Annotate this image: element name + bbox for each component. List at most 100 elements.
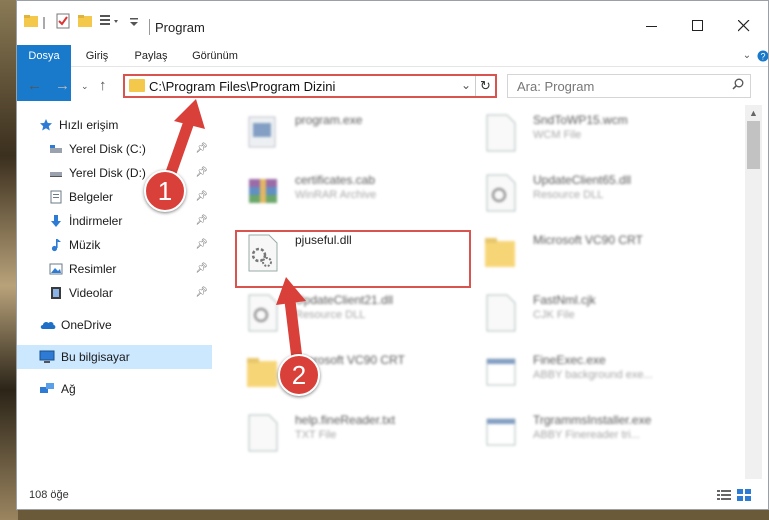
file-type: CJK File (533, 309, 575, 321)
sidebar-item-onedrive[interactable]: OneDrive (17, 313, 212, 337)
file-item[interactable]: program.exe (237, 105, 467, 161)
back-arrow-icon[interactable]: ← (27, 77, 42, 94)
generic-file-icon (483, 293, 519, 333)
refresh-icon[interactable]: ↻ (475, 76, 495, 96)
file-type: ABBY Finereader tri... (533, 429, 640, 441)
sidebar-item-label: Resimler (69, 262, 117, 276)
file-item[interactable]: Microsoft VC90 CRT (475, 225, 705, 281)
expand-ribbon-icon[interactable]: ⌄ (739, 45, 755, 67)
exe-file-icon (483, 413, 519, 453)
file-name: certificates.cab (295, 173, 376, 187)
text-file-icon (245, 413, 281, 453)
pictures-icon (49, 262, 63, 276)
sidebar-item-label: Belgeler (69, 190, 114, 204)
file-name: FastNml.cjk (533, 293, 596, 307)
sidebar-item-label: Yerel Disk (C:) (69, 142, 146, 156)
step-badge-1: 1 (144, 170, 186, 212)
file-name: Microsoft VC90 CRT (533, 233, 643, 247)
file-name: SndToWP15.wcm (533, 113, 628, 127)
sidebar-item-network[interactable]: Ağ (17, 377, 212, 401)
folder-icon (129, 79, 145, 92)
file-item[interactable]: UpdateClient65.dll Resource DLL (475, 165, 705, 221)
sidebar-item-this-pc[interactable]: Bu bilgisayar (17, 345, 212, 369)
drive-icon (49, 142, 63, 156)
minimize-button[interactable] (629, 11, 675, 41)
pin-icon[interactable]: 📌︎ (195, 287, 208, 298)
recent-locations-icon[interactable]: ⌄ (81, 81, 89, 92)
sidebar-item-downloads[interactable]: İndirmeler 📌︎ (17, 209, 212, 233)
cloud-icon (39, 318, 57, 332)
sidebar-item-label: Videolar (69, 286, 113, 300)
file-name: UpdateClient65.dll (533, 173, 632, 187)
sidebar-item-music[interactable]: Müzik 📌︎ (17, 233, 212, 257)
sidebar-item-videos[interactable]: Videolar 📌︎ (17, 281, 212, 305)
tab-share[interactable]: Paylaş (127, 45, 175, 67)
file-name: TrgrammsInstaller.exe (533, 413, 652, 427)
file-item[interactable]: SndToWP15.wcm WCM File (475, 105, 705, 161)
folder-icon (483, 233, 519, 273)
pin-icon[interactable]: 📌︎ (195, 239, 208, 250)
step-badge-2: 2 (278, 354, 320, 396)
file-item[interactable]: FineExec.exe ABBY background exe... (475, 345, 705, 401)
network-icon (39, 382, 55, 396)
sidebar-item-pictures[interactable]: Resimler 📌︎ (17, 257, 212, 281)
tab-home[interactable]: Giriş (77, 45, 117, 67)
pin-icon[interactable]: 📌︎ (195, 215, 208, 226)
file-type: TXT File (295, 429, 337, 441)
search-box[interactable]: Ara: Program (507, 74, 751, 98)
folder-icon (23, 13, 39, 31)
file-item[interactable]: certificates.cab WinRAR Archive (237, 165, 467, 221)
documents-icon (49, 190, 63, 204)
search-icon[interactable] (732, 78, 744, 93)
chevron-down-icon[interactable]: ⌄ (461, 78, 471, 92)
exe-file-icon (245, 113, 281, 153)
generic-file-icon (483, 113, 519, 153)
ribbon-tabs: Dosya Giriş Paylaş Görünüm ⌄ ? (17, 45, 768, 101)
up-arrow-icon[interactable]: ↑ (99, 77, 107, 94)
chevron-down-icon[interactable] (129, 13, 139, 31)
item-count: 108 öğe (29, 489, 69, 501)
sidebar-item-label: Hızlı erişim (59, 118, 119, 132)
scroll-up-icon[interactable]: ▲ (745, 105, 762, 121)
window-title: Program (155, 20, 205, 35)
file-item[interactable]: help.fineReader.txt TXT File (237, 405, 467, 461)
sidebar-item-label: Müzik (69, 238, 101, 252)
sidebar-item-label: İndirmeler (69, 214, 123, 228)
star-icon (39, 118, 53, 132)
close-button[interactable] (721, 11, 767, 41)
music-icon (49, 238, 63, 252)
sidebar-item-label: Yerel Disk (D:) (69, 166, 146, 180)
file-item[interactable]: TrgrammsInstaller.exe ABBY Finereader tr… (475, 405, 705, 461)
address-path[interactable]: C:\Program Files\Program Dizini (149, 79, 335, 94)
vertical-scrollbar[interactable]: ▲ (745, 105, 762, 479)
properties-icon[interactable] (55, 13, 71, 31)
file-item[interactable]: FastNml.cjk CJK File (475, 285, 705, 341)
forward-arrow-icon[interactable]: → (55, 77, 70, 94)
tiles-view-icon[interactable] (737, 489, 751, 501)
sidebar-item-label: Ağ (61, 382, 76, 396)
file-name: help.fineReader.txt (295, 413, 396, 427)
search-placeholder[interactable]: Ara: Program (517, 79, 594, 94)
title-separator (149, 19, 150, 35)
video-icon (49, 286, 63, 300)
download-icon (49, 214, 63, 228)
quick-access-divider (43, 17, 45, 29)
new-folder-icon[interactable] (77, 13, 93, 31)
file-name: program.exe (295, 113, 363, 127)
tab-view[interactable]: Görünüm (185, 45, 245, 67)
computer-icon (39, 350, 55, 364)
exe-file-icon (483, 353, 519, 393)
pin-icon[interactable]: 📌︎ (195, 263, 208, 274)
navigation-bar: ← → ⌄ ↑ C:\Program Files\Program Dizini … (17, 71, 768, 101)
maximize-button[interactable] (675, 11, 721, 41)
customize-toolbar-icon[interactable] (99, 13, 121, 31)
archive-file-icon (245, 173, 281, 213)
help-icon[interactable]: ? (757, 45, 768, 67)
details-view-icon[interactable] (717, 489, 731, 501)
svg-text:?: ? (760, 52, 765, 62)
scrollbar-thumb[interactable] (747, 121, 760, 169)
dll-file-icon (483, 173, 519, 213)
drive-icon (49, 166, 63, 180)
file-type: WinRAR Archive (295, 189, 377, 201)
sidebar-item-label: Bu bilgisayar (61, 350, 130, 364)
